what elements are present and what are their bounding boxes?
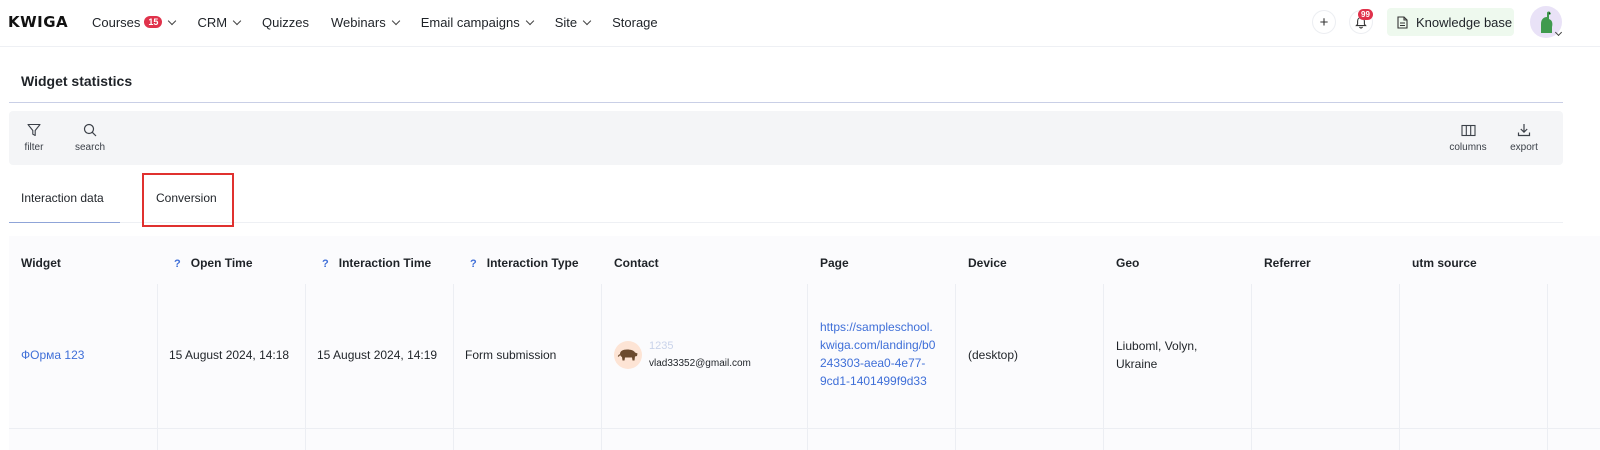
courses-count-badge: 15 bbox=[144, 16, 163, 28]
column-header-label: Device bbox=[968, 256, 1007, 270]
topbar-divider bbox=[0, 46, 1600, 47]
row-divider bbox=[9, 428, 1600, 429]
download-icon bbox=[1517, 124, 1531, 137]
title-divider bbox=[9, 102, 1563, 103]
interaction-type-cell: Form submission bbox=[465, 348, 557, 362]
active-tab-indicator bbox=[9, 222, 120, 223]
knowledge-base-label: Knowledge base bbox=[1416, 14, 1513, 30]
nav-item-crm[interactable]: CRM bbox=[197, 0, 242, 44]
widget-statistics-table: Widget ? Open Time ? Interaction Time ? Int… bbox=[9, 236, 1600, 450]
open-time-cell: 15 August 2024, 14:18 bbox=[169, 348, 290, 362]
export-label: export bbox=[1510, 142, 1538, 153]
contact-email: vlad33352@gmail.com bbox=[649, 358, 751, 369]
table-toolbar: filter search columns export bbox=[9, 111, 1563, 165]
contact-avatar[interactable] bbox=[614, 341, 642, 369]
column-header-referrer[interactable]: Referrer bbox=[1264, 256, 1311, 270]
nav-item-label: CRM bbox=[197, 14, 228, 30]
column-header-device[interactable]: Device bbox=[968, 256, 1007, 270]
filter-button[interactable]: filter bbox=[21, 111, 47, 165]
help-icon[interactable]: ? bbox=[174, 258, 181, 270]
nav-item-label: Site bbox=[554, 14, 578, 30]
nav-item-courses[interactable]: Courses 15 bbox=[92, 0, 177, 44]
column-header-label: utm source bbox=[1412, 256, 1477, 270]
geo-line: Liuboml, Volyn, bbox=[1116, 339, 1198, 353]
filter-icon bbox=[27, 123, 41, 137]
chevron-down-icon bbox=[232, 16, 242, 25]
chevron-down-icon bbox=[525, 16, 534, 25]
column-header-interaction-type[interactable]: ? Interaction Type bbox=[470, 256, 579, 270]
column-header-label: Geo bbox=[1116, 256, 1140, 270]
tab-interaction-data[interactable]: Interaction data bbox=[21, 191, 104, 205]
search-button[interactable]: search bbox=[72, 111, 108, 165]
app-logo[interactable]: KWIGA bbox=[8, 13, 68, 31]
nav-item-webinars[interactable]: Webinars bbox=[331, 0, 400, 44]
columns-icon bbox=[1460, 124, 1476, 136]
knowledge-base-button[interactable]: Knowledge base bbox=[1387, 8, 1514, 36]
help-icon[interactable]: ? bbox=[470, 258, 477, 270]
chevron-down-icon bbox=[168, 16, 177, 25]
geo-cell: Liuboml, Volyn, Ukraine bbox=[1116, 337, 1197, 373]
contact-name[interactable]: 1235 bbox=[649, 340, 673, 352]
geo-line: Ukraine bbox=[1116, 357, 1158, 371]
nav-item-storage[interactable]: Storage bbox=[612, 0, 658, 44]
page-url-line: 9cd1-1401499f9d33 bbox=[820, 374, 927, 388]
nav-item-site[interactable]: Site bbox=[554, 0, 592, 44]
page-url-line: kwiga.com/landing/b0 bbox=[820, 338, 936, 352]
chevron-down-icon bbox=[391, 16, 400, 25]
column-header-label: Widget bbox=[21, 256, 61, 270]
widget-link[interactable]: ФОрма 123 bbox=[21, 348, 84, 362]
tabs-divider bbox=[9, 222, 1563, 223]
search-label: search bbox=[74, 142, 105, 153]
column-header-label: Interaction Type bbox=[486, 256, 579, 270]
page-url-line: https://sampleschool. bbox=[820, 320, 933, 334]
column-header-widget[interactable]: Widget bbox=[21, 256, 61, 270]
page-url-line: 243303-aea0-4e77- bbox=[820, 356, 926, 370]
column-header-open-time[interactable]: ? Open Time bbox=[174, 256, 253, 270]
tab-conversion[interactable]: Conversion bbox=[156, 191, 217, 205]
plus-icon: + bbox=[1319, 13, 1329, 31]
nav-item-email-campaigns[interactable]: Email campaigns bbox=[420, 0, 534, 44]
main-nav: Courses 15 CRM Quizzes Webinars Email ca… bbox=[92, 0, 680, 44]
filter-label: filter bbox=[24, 142, 44, 153]
columns-label: columns bbox=[1449, 141, 1487, 153]
column-header-page[interactable]: Page bbox=[820, 256, 849, 270]
column-header-contact[interactable]: Contact bbox=[614, 256, 659, 270]
table-header: Widget ? Open Time ? Interaction Time ? Int… bbox=[9, 236, 1600, 284]
nav-item-label: Email campaigns bbox=[420, 14, 520, 30]
nav-item-label: Storage bbox=[612, 14, 658, 30]
column-header-label: Open Time bbox=[190, 256, 253, 270]
column-header-label: Page bbox=[820, 256, 849, 270]
device-cell: (desktop) bbox=[968, 348, 1019, 362]
page-link[interactable]: https://sampleschool. kwiga.com/landing/… bbox=[820, 318, 935, 390]
column-header-label: Contact bbox=[614, 256, 659, 270]
search-icon bbox=[83, 123, 97, 137]
add-button[interactable]: + bbox=[1313, 11, 1335, 33]
columns-button[interactable]: columns bbox=[1446, 111, 1490, 165]
column-header-interaction-time[interactable]: ? Interaction Time bbox=[322, 256, 431, 270]
document-icon bbox=[1397, 15, 1408, 29]
nav-item-label: Webinars bbox=[331, 14, 386, 30]
export-button[interactable]: export bbox=[1508, 111, 1540, 165]
bison-avatar-icon bbox=[617, 349, 638, 361]
interaction-time-cell: 15 August 2024, 14:19 bbox=[317, 348, 438, 362]
help-icon[interactable]: ? bbox=[322, 258, 329, 270]
column-header-geo[interactable]: Geo bbox=[1116, 256, 1139, 270]
column-header-label: Interaction Time bbox=[338, 256, 432, 270]
nav-item-label: Quizzes bbox=[262, 14, 310, 30]
column-header-utm-source[interactable]: utm source bbox=[1412, 256, 1477, 270]
chevron-down-icon bbox=[582, 16, 592, 25]
column-header-label: Referrer bbox=[1264, 256, 1311, 270]
nav-item-quizzes[interactable]: Quizzes bbox=[262, 0, 309, 44]
page-title: Widget statistics bbox=[21, 73, 133, 89]
widget-cell: ФОрма 123 bbox=[21, 346, 84, 364]
nav-item-label: Courses bbox=[92, 14, 141, 30]
notifications-count-badge: 99 bbox=[1358, 9, 1373, 20]
